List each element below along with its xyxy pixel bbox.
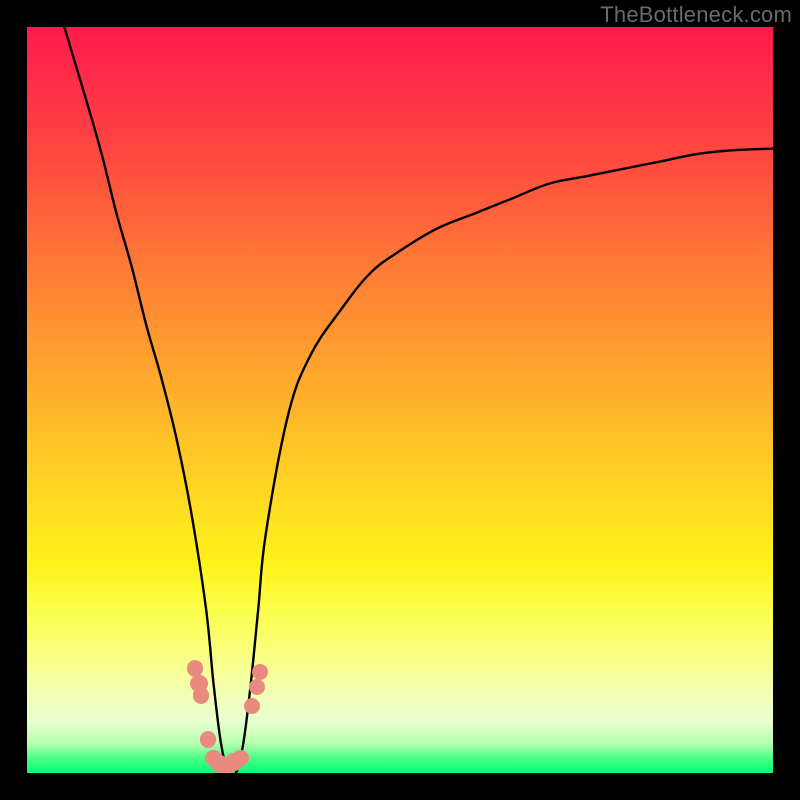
watermark-text: TheBottleneck.com (600, 2, 792, 28)
bottleneck-curve (64, 27, 773, 773)
marker-dot (193, 687, 209, 703)
marker-dot (232, 750, 248, 766)
curve-svg (27, 27, 773, 773)
plot-area (27, 27, 773, 773)
marker-dot (200, 731, 216, 747)
